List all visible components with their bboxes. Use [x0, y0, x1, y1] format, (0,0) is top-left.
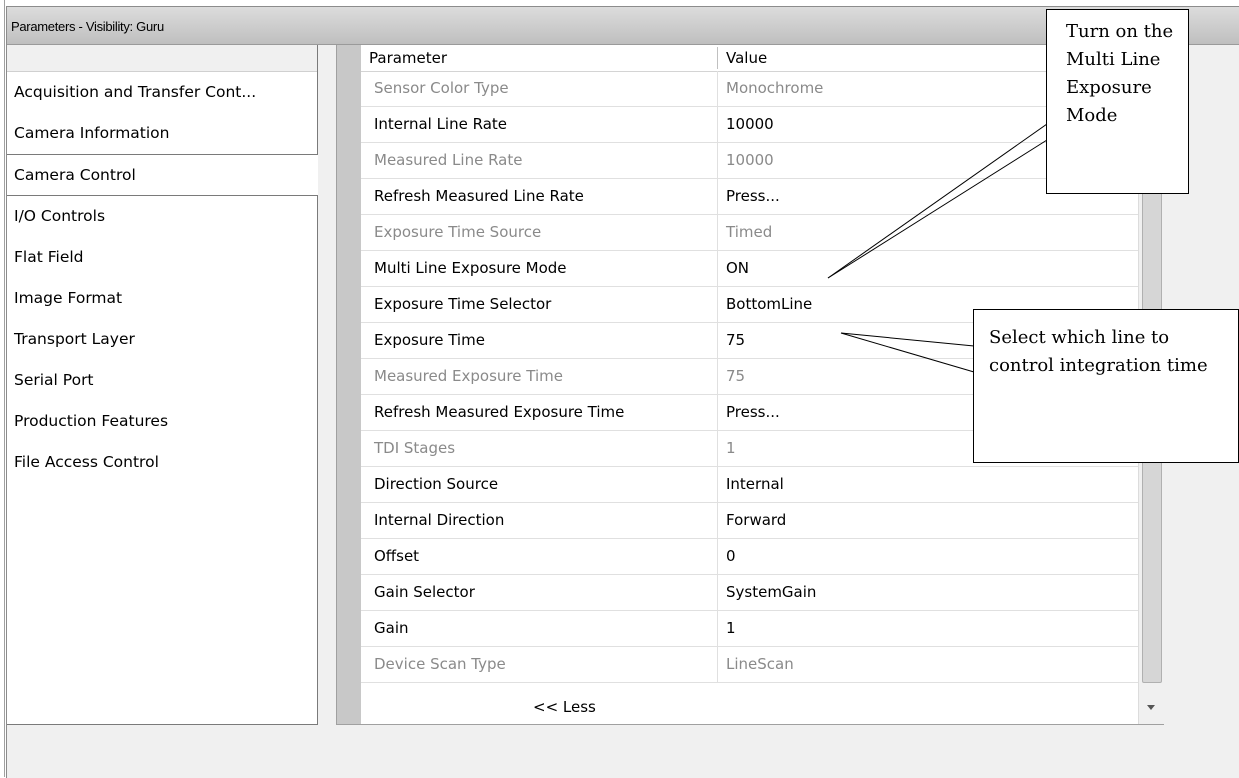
scroll-down-arrow-icon[interactable] — [1147, 705, 1155, 710]
parameter-name: Device Scan Type — [374, 655, 506, 673]
parameter-row[interactable]: Refresh Measured Line Rate Press... — [361, 179, 1138, 215]
callout-multi-line: Turn on the Multi Line Exposure Mode — [1046, 9, 1189, 194]
cell-separator — [717, 251, 718, 286]
parameter-row[interactable]: Multi Line Exposure Mode ON — [361, 251, 1138, 287]
parameter-name: Offset — [374, 547, 420, 565]
cell-separator — [717, 395, 718, 430]
callout-select-line: Select which line to control integration… — [973, 309, 1239, 463]
category-item[interactable]: Camera Control — [7, 154, 318, 196]
parameter-name: Measured Exposure Time — [374, 367, 563, 385]
parameter-row[interactable]: Direction Source Internal — [361, 467, 1138, 503]
parameter-name: Direction Source — [374, 475, 499, 493]
cell-separator — [717, 107, 718, 142]
category-item[interactable]: Transport Layer — [7, 319, 317, 360]
cell-separator — [717, 431, 718, 466]
category-item[interactable]: File Access Control — [7, 442, 317, 483]
parameter-name: Gain Selector — [374, 583, 475, 601]
parameter-name: Sensor Color Type — [374, 79, 509, 97]
cell-separator — [717, 179, 718, 214]
parameter-value: Timed — [726, 223, 773, 241]
column-header-parameter[interactable]: Parameter — [369, 45, 709, 71]
parameter-value: LineScan — [726, 655, 794, 673]
parameter-value[interactable]: 0 — [726, 539, 1126, 574]
cell-separator — [717, 287, 718, 322]
grid-header: Parameter Value — [361, 45, 1138, 72]
parameter-value[interactable]: Forward — [726, 503, 1126, 538]
category-item[interactable]: Image Format — [7, 278, 317, 319]
parameter-row[interactable]: Device Scan Type LineScan — [361, 647, 1138, 683]
parameter-name: Measured Line Rate — [374, 151, 523, 169]
parameter-value[interactable]: SystemGain — [726, 575, 1126, 610]
cell-separator — [717, 611, 718, 646]
parameter-row[interactable]: Internal Line Rate 10000 — [361, 107, 1138, 143]
cell-separator — [717, 323, 718, 358]
parameter-row[interactable]: Sensor Color Type Monochrome — [361, 71, 1138, 107]
cell-separator — [717, 71, 718, 106]
cell-separator — [717, 467, 718, 502]
cell-separator — [717, 539, 718, 574]
category-item[interactable]: Serial Port — [7, 360, 317, 401]
less-toggle[interactable]: << Less — [361, 691, 1138, 724]
status-bar — [7, 725, 1239, 778]
category-list-header — [7, 45, 317, 72]
cell-separator — [717, 503, 718, 538]
parameter-name: Refresh Measured Line Rate — [374, 187, 584, 205]
parameter-name: TDI Stages — [374, 439, 456, 457]
parameter-name: Multi Line Exposure Mode — [374, 259, 567, 277]
parameter-name: Exposure Time Source — [374, 223, 542, 241]
parameter-name: Exposure Time — [374, 331, 485, 349]
parameter-row[interactable]: Gain Selector SystemGain — [361, 575, 1138, 611]
category-item[interactable]: Camera Information — [7, 113, 317, 154]
outer-frame — [0, 0, 5, 777]
parameter-name: Refresh Measured Exposure Time — [374, 403, 625, 421]
parameter-row[interactable]: Measured Line Rate 10000 — [361, 143, 1138, 179]
column-separator[interactable] — [717, 47, 718, 69]
parameter-row[interactable]: Internal Direction Forward — [361, 503, 1138, 539]
parameter-value[interactable]: Internal — [726, 467, 1126, 502]
parameter-row[interactable]: Exposure Time Source Timed — [361, 215, 1138, 251]
parameter-name: Exposure Time Selector — [374, 295, 552, 313]
category-item[interactable]: Production Features — [7, 401, 317, 442]
category-list: Acquisition and Transfer Cont... Camera I… — [7, 45, 318, 725]
parameter-name: Internal Line Rate — [374, 115, 508, 133]
cell-separator — [717, 143, 718, 178]
parameter-value[interactable]: 1 — [726, 611, 1126, 646]
callout-multi-line-text: Turn on the Multi Line Exposure Mode — [1066, 21, 1174, 126]
row-gutter — [337, 45, 361, 724]
cell-separator — [717, 575, 718, 610]
category-item[interactable]: Flat Field — [7, 237, 317, 278]
window-title: Parameters - Visibility: Guru — [11, 19, 164, 34]
cell-separator — [717, 359, 718, 394]
parameter-name: Internal Direction — [374, 511, 505, 529]
less-label[interactable]: << Less — [533, 691, 596, 724]
category-item[interactable]: I/O Controls — [7, 196, 317, 237]
cell-separator — [717, 647, 718, 682]
parameter-row[interactable]: Gain 1 — [361, 611, 1138, 647]
category-item[interactable]: Acquisition and Transfer Cont... — [7, 72, 317, 113]
parameter-row[interactable]: Offset 0 — [361, 539, 1138, 575]
parameter-name: Gain — [374, 619, 409, 637]
callout-select-line-text: Select which line to control integration… — [989, 327, 1208, 376]
cell-separator — [717, 215, 718, 250]
parameter-value[interactable]: ON — [726, 251, 1126, 286]
